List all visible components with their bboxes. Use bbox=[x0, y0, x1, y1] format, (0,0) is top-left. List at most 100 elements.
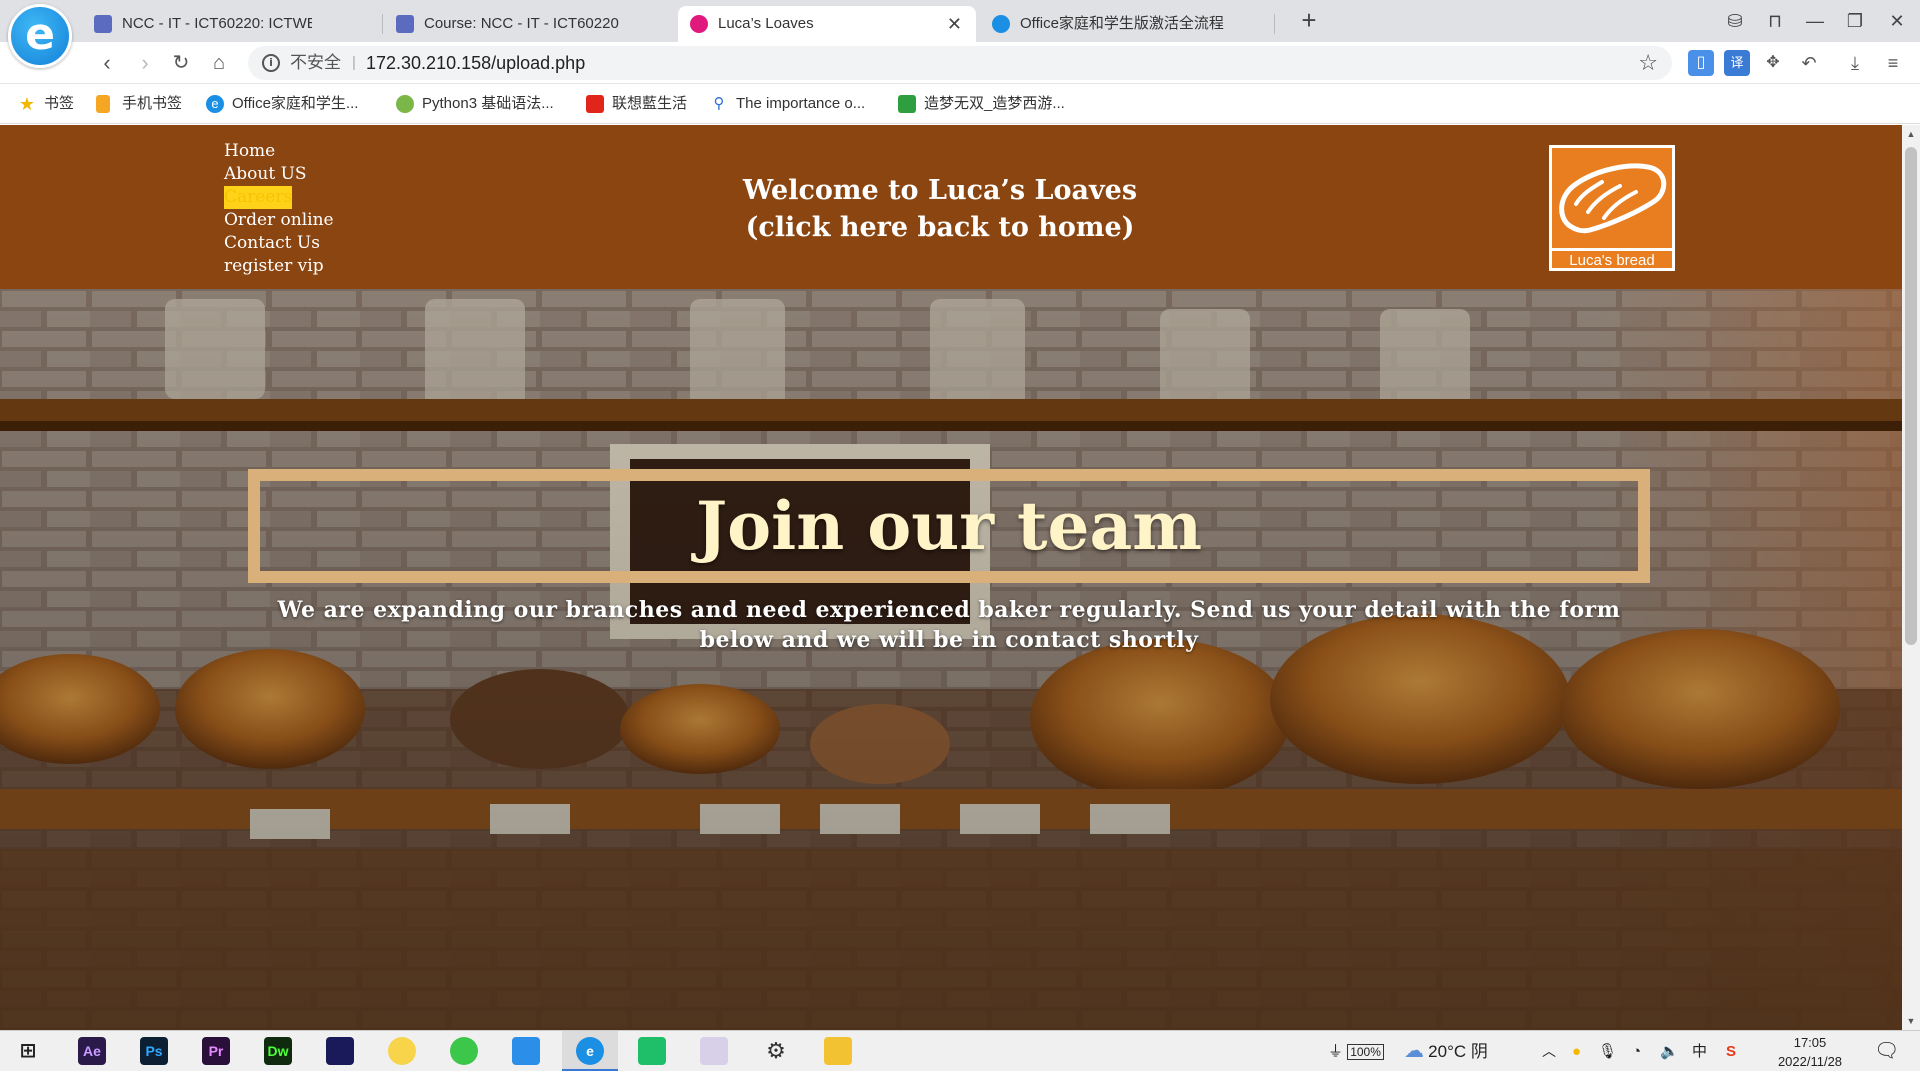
browser-icon: e bbox=[206, 95, 224, 113]
puzzle-icon[interactable]: ✥ bbox=[1760, 50, 1786, 76]
forward-button[interactable]: › bbox=[130, 48, 160, 78]
browser-tab-bar: NCC - IT - ICT60220: ICTWEB513 Course: N… bbox=[0, 0, 1920, 68]
bookmark-item[interactable]: 造梦无双_造梦西游... bbox=[896, 84, 1065, 124]
scroll-thumb[interactable] bbox=[1905, 147, 1917, 645]
address-bar[interactable]: i 不安全 | 172.30.210.158/upload.php ☆ bbox=[248, 46, 1672, 80]
tab-separator bbox=[382, 14, 383, 34]
cloud-icon: ☁ bbox=[1404, 1040, 1424, 1062]
battery-level: 100% bbox=[1347, 1044, 1384, 1060]
undo-icon[interactable]: ↶ bbox=[1796, 50, 1822, 76]
weather-widget[interactable]: ☁ 20°C 阴 bbox=[1404, 1031, 1488, 1071]
clock-time: 17:05 bbox=[1793, 1035, 1827, 1050]
nav-about-link[interactable]: About US bbox=[224, 163, 334, 186]
browser-toolbar: ‹ › ↻ ⌂ i 不安全 | 172.30.210.158/upload.ph… bbox=[0, 42, 1920, 84]
tab-separator bbox=[1274, 14, 1275, 34]
tab-course[interactable]: Course: NCC - IT - ICT60220 bbox=[384, 6, 674, 42]
welcome-link[interactable]: Welcome to Luca’s Loaves (click here bac… bbox=[700, 172, 1180, 246]
hero-description: We are expanding our branches and need e… bbox=[277, 597, 1621, 653]
tray-app-icon[interactable]: ● bbox=[1572, 1031, 1581, 1071]
bookmark-label: Python3 基础语法... bbox=[422, 95, 554, 112]
url-text[interactable]: 172.30.210.158/upload.php bbox=[366, 46, 585, 80]
nav-careers-link[interactable]: Careers bbox=[224, 186, 293, 209]
tab-ncc-ict[interactable]: NCC - IT - ICT60220: ICTWEB513 bbox=[82, 6, 312, 42]
system-clock[interactable]: 17:05 2022/11/28 bbox=[1755, 1033, 1865, 1071]
menu-icon[interactable]: ≡ bbox=[1880, 50, 1906, 76]
tab-title: Course: NCC - IT - ICT60220 bbox=[424, 15, 619, 32]
restore-button[interactable]: ❐ bbox=[1840, 6, 1870, 36]
bookmark-label: 手机书签 bbox=[122, 95, 183, 112]
bookmark-star-icon[interactable]: ☆ bbox=[1638, 46, 1658, 80]
bookmark-label: 联想藍生活 bbox=[612, 95, 688, 112]
battery-indicator[interactable]: ⏚ 100% bbox=[1328, 1031, 1384, 1071]
tab-manager-icon[interactable]: ⛁ bbox=[1720, 6, 1750, 36]
nav-register-link[interactable]: register vip bbox=[224, 255, 334, 278]
teams-icon bbox=[396, 15, 414, 33]
tab-close-icon[interactable]: ✕ bbox=[947, 6, 962, 42]
download-icon[interactable]: ⤓ bbox=[1842, 50, 1868, 76]
hero-title: Join our team bbox=[695, 487, 1203, 565]
photoshop-icon[interactable]: Ps bbox=[140, 1037, 168, 1065]
volume-icon[interactable]: 🔈 bbox=[1660, 1031, 1679, 1071]
bookmark-label: Office家庭和学生... bbox=[232, 95, 359, 112]
bread-icon bbox=[1559, 163, 1667, 234]
ime-indicator[interactable]: 中 bbox=[1692, 1031, 1707, 1071]
browser-logo-icon[interactable] bbox=[8, 4, 72, 68]
browser-icon bbox=[992, 15, 1010, 33]
minimize-button[interactable]: — bbox=[1800, 6, 1830, 36]
site-nav: Home About US Careers Order online Conta… bbox=[224, 140, 334, 278]
translate-icon[interactable]: 译 bbox=[1724, 50, 1750, 76]
python-icon bbox=[396, 95, 414, 113]
logo-text: Luca's bread bbox=[1552, 248, 1672, 269]
tab-lucas-loaves[interactable]: Luca’s Loaves ✕ bbox=[678, 6, 976, 42]
vscode-icon[interactable] bbox=[512, 1037, 540, 1065]
music-icon[interactable] bbox=[388, 1037, 416, 1065]
browser-icon[interactable]: e bbox=[576, 1037, 604, 1065]
nav-contact-link[interactable]: Contact Us bbox=[224, 232, 334, 255]
info-icon[interactable]: i bbox=[262, 54, 280, 72]
teams-icon bbox=[94, 15, 112, 33]
visual-studio-icon[interactable] bbox=[326, 1037, 354, 1065]
lenovo-icon bbox=[586, 95, 604, 113]
windows-start-icon[interactable]: ⊞ bbox=[14, 1037, 42, 1065]
new-tab-button[interactable]: + bbox=[1294, 4, 1324, 36]
home-button[interactable]: ⌂ bbox=[204, 48, 234, 78]
security-label: 不安全 bbox=[290, 53, 341, 72]
bookmark-label: 书签 bbox=[44, 95, 75, 112]
file-explorer-icon[interactable] bbox=[824, 1037, 852, 1065]
bookmark-item[interactable]: 联想藍生活 bbox=[584, 84, 687, 124]
scroll-up-icon[interactable]: ▲ bbox=[1902, 125, 1920, 143]
nav-home-link[interactable]: Home bbox=[224, 140, 334, 163]
bookmark-item[interactable]: 手机书签 bbox=[94, 84, 182, 124]
bookmark-item[interactable]: ★ 书签 bbox=[16, 84, 74, 124]
wechat-icon[interactable] bbox=[450, 1037, 478, 1065]
wifi-icon[interactable]: ◔ bbox=[1632, 1031, 1641, 1071]
extension-icon[interactable]: ▯ bbox=[1688, 50, 1714, 76]
site-header: Home About US Careers Order online Conta… bbox=[0, 125, 1902, 289]
tray-expand-icon[interactable]: ︿ bbox=[1542, 1031, 1556, 1071]
close-window-button[interactable]: ✕ bbox=[1882, 6, 1912, 36]
bookmark-item[interactable]: e Office家庭和学生... bbox=[204, 84, 358, 124]
page-scrollbar[interactable]: ▲ ▼ bbox=[1902, 125, 1920, 1030]
bookmark-item[interactable]: ⚲ The importance o... bbox=[708, 84, 866, 124]
bookmark-item[interactable]: Python3 基础语法... bbox=[394, 84, 554, 124]
bookmark-label: The importance o... bbox=[736, 95, 866, 112]
anime-app-icon[interactable] bbox=[700, 1037, 728, 1065]
after-effects-icon[interactable]: Ae bbox=[78, 1037, 106, 1065]
sogou-icon[interactable]: S bbox=[1726, 1031, 1736, 1071]
windows-taskbar: ⊞ Ae Ps Pr Dw e ⚙ ⏚ 100% ☁ 20°C 阴 ︿ ● 🎙 … bbox=[0, 1030, 1920, 1071]
settings-gear-icon[interactable]: ⚙ bbox=[762, 1037, 790, 1065]
premiere-icon[interactable]: Pr bbox=[202, 1037, 230, 1065]
weather-text: 20°C 阴 bbox=[1428, 1042, 1488, 1061]
nav-order-link[interactable]: Order online bbox=[224, 209, 334, 232]
chat-icon[interactable] bbox=[638, 1037, 666, 1065]
welcome-subtitle: (click here back to home) bbox=[745, 212, 1135, 243]
reload-button[interactable]: ↻ bbox=[166, 48, 196, 78]
tab-title: Office家庭和学生版激活全流程 bbox=[1020, 15, 1224, 32]
shirt-icon[interactable]: ⊓ bbox=[1760, 6, 1790, 36]
back-button[interactable]: ‹ bbox=[92, 48, 122, 78]
tab-office[interactable]: Office家庭和学生版激活全流程 bbox=[980, 6, 1272, 42]
scroll-down-icon[interactable]: ▼ bbox=[1902, 1012, 1920, 1030]
notification-icon[interactable]: 🗨 bbox=[1874, 1031, 1899, 1071]
dreamweaver-icon[interactable]: Dw bbox=[264, 1037, 292, 1065]
microphone-icon[interactable]: 🎙 bbox=[1598, 1031, 1617, 1071]
